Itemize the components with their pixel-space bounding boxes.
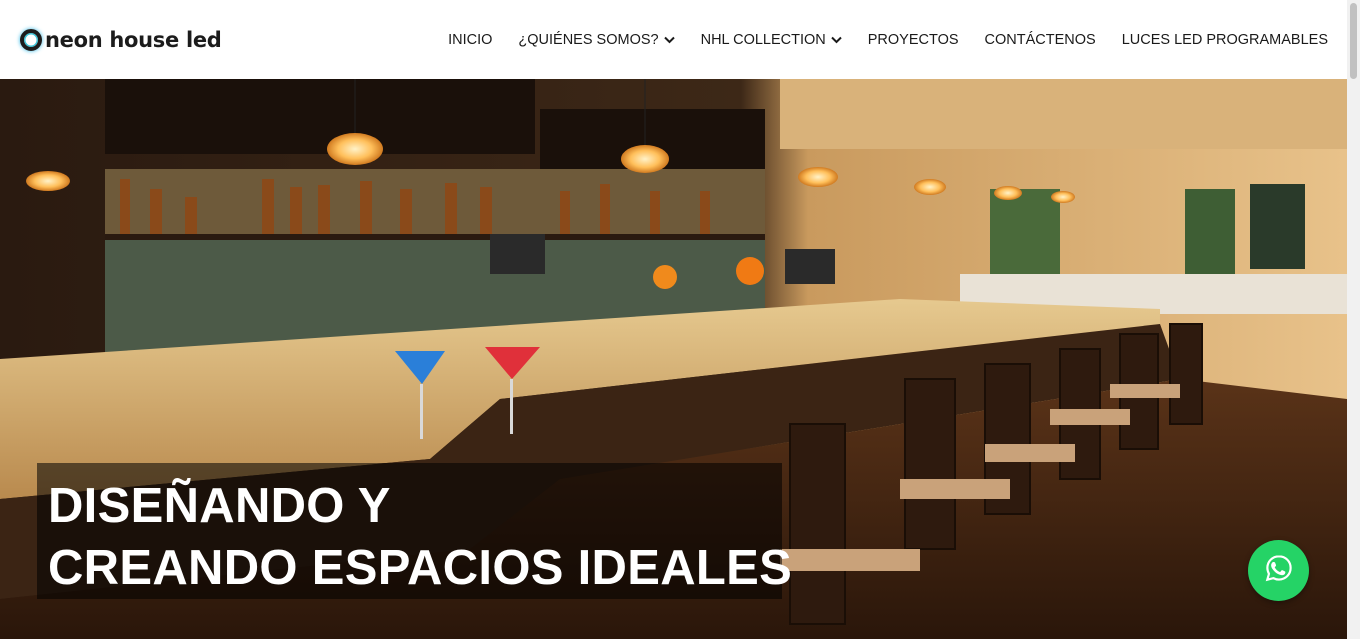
chevron-down-icon	[831, 36, 842, 44]
page-scrollbar[interactable]	[1347, 0, 1360, 639]
nav-item-proyectos[interactable]: PROYECTOS	[868, 32, 959, 48]
hero-headline-box: DISEÑANDO Y CREANDO ESPACIOS IDEALES	[37, 463, 793, 599]
scrollbar-thumb[interactable]	[1350, 3, 1357, 79]
site-header: neon house led INICIO ¿QUIÉNES SOMOS? NH…	[0, 0, 1347, 79]
hero-headline-line2: CREANDO ESPACIOS IDEALES	[48, 541, 793, 595]
nav-label: PROYECTOS	[867, 31, 959, 48]
hero-section: DISEÑANDO Y CREANDO ESPACIOS IDEALES	[0, 79, 1347, 639]
nav-label: INICIO	[448, 31, 493, 48]
logo-ring-icon	[20, 29, 42, 51]
nav-label: LUCES LED PROGRAMABLES	[1121, 31, 1328, 48]
chevron-down-icon	[663, 36, 675, 44]
nav-item-inicio[interactable]: INICIO	[448, 32, 492, 48]
site-logo[interactable]: neon house led	[20, 27, 222, 53]
hero-headline-line1: DISEÑANDO Y	[48, 479, 391, 533]
whatsapp-icon	[1264, 553, 1294, 588]
nav-item-nhl-collection[interactable]: NHL COLLECTION	[701, 32, 842, 48]
nav-label: NHL COLLECTION	[700, 31, 826, 48]
page: neon house led INICIO ¿QUIÉNES SOMOS? NH…	[0, 0, 1360, 639]
nav-item-quienes-somos[interactable]: ¿QUIÉNES SOMOS?	[518, 31, 675, 48]
nav-label: ¿QUIÉNES SOMOS?	[518, 31, 659, 48]
logo-text: neon house led	[45, 27, 222, 52]
main-nav: INICIO ¿QUIÉNES SOMOS? NHL COLLECTION PR…	[422, 0, 1328, 79]
nav-item-contactenos[interactable]: CONTÁCTENOS	[985, 32, 1096, 48]
nav-item-luces-led[interactable]: LUCES LED PROGRAMABLES	[1122, 32, 1328, 48]
nav-label: CONTÁCTENOS	[984, 31, 1096, 48]
whatsapp-button[interactable]	[1248, 540, 1309, 601]
